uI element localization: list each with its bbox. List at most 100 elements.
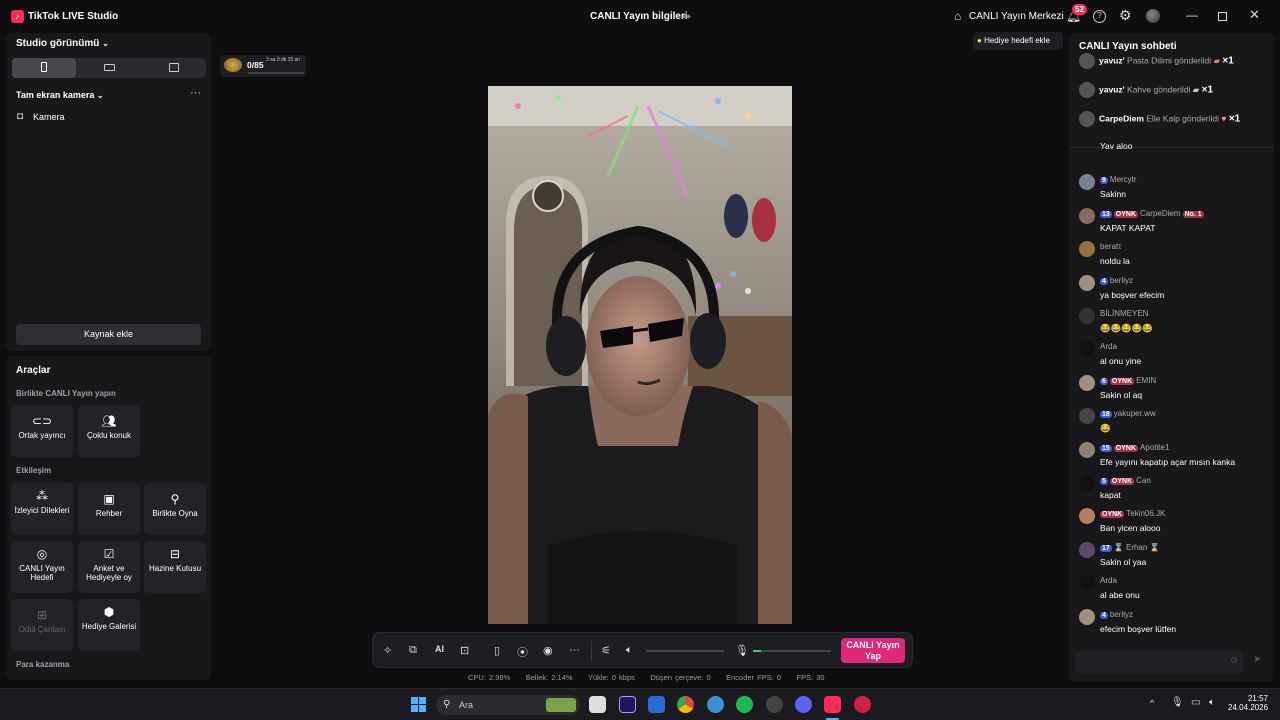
- effects-icon[interactable]: ⧉: [409, 644, 417, 657]
- chat-message-meta[interactable]: beratτ: [1100, 242, 1121, 251]
- chat-message-meta[interactable]: 13 OYNK CarpeDiem No. 1: [1100, 209, 1204, 218]
- more-icon[interactable]: ···: [569, 644, 580, 656]
- more-options-icon[interactable]: ···: [190, 87, 201, 99]
- viewer-wishes-tile[interactable]: ⁂ İzleyici Dilekleri: [11, 483, 73, 535]
- chat-message-meta[interactable]: 9 Mercytr: [1100, 175, 1137, 185]
- maximize-icon[interactable]: [1218, 12, 1227, 21]
- chat-message-meta[interactable]: 18 yakuper.ww: [1100, 409, 1156, 419]
- after-effects-icon[interactable]: [619, 696, 636, 713]
- landscape-icon[interactable]: [104, 64, 115, 71]
- help-icon[interactable]: ?: [1093, 10, 1106, 23]
- add-gift-goal-button[interactable]: ● Hediye hedefi ekle: [973, 32, 1063, 50]
- avatar[interactable]: [1079, 274, 1095, 291]
- scene-selector[interactable]: Tam ekran kamera ⌄: [16, 90, 104, 100]
- avatar[interactable]: [1079, 308, 1095, 324]
- chat-message-meta[interactable]: 4 berliyz: [1100, 610, 1133, 619]
- search-box[interactable]: ⚲ Ara: [436, 695, 580, 715]
- chat-username[interactable]: berliyz: [1110, 610, 1133, 619]
- chat-message-meta[interactable]: 6 OYNK EMIN: [1100, 376, 1156, 385]
- avatar[interactable]: [1079, 441, 1095, 458]
- chat-message-meta[interactable]: 5 OYNK Can: [1100, 476, 1151, 485]
- avatar[interactable]: [1079, 207, 1095, 224]
- avatar[interactable]: [1079, 575, 1095, 592]
- phone-icon[interactable]: ▯: [494, 644, 500, 657]
- close-icon[interactable]: ✕: [1249, 7, 1260, 23]
- chat-username[interactable]: CarpeDiem: [1140, 209, 1180, 218]
- chat-username[interactable]: ⌛ Erhan ⌛: [1114, 543, 1160, 552]
- poll-tile[interactable]: ☑ Anket ve Hediyeyle oy: [78, 541, 140, 593]
- chat-message-meta[interactable]: Arda: [1100, 342, 1117, 351]
- discord-icon[interactable]: [795, 696, 812, 713]
- network-app-icon[interactable]: [707, 696, 724, 713]
- live-center-link[interactable]: CANLI Yayın Merkezi: [969, 11, 1064, 22]
- gift-gallery-tile[interactable]: ⬢ Hediye Galerisi: [78, 599, 140, 651]
- magic-wand-icon[interactable]: ✧: [383, 644, 392, 657]
- chat-username[interactable]: Apotite1: [1140, 443, 1169, 452]
- chat-username[interactable]: EMIN: [1136, 376, 1156, 385]
- app-icon[interactable]: [766, 696, 783, 713]
- gear-icon[interactable]: ⚙: [1119, 7, 1132, 24]
- home-icon[interactable]: ⌂: [954, 9, 961, 23]
- mic-icon[interactable]: 🎙︎: [735, 644, 749, 657]
- avatar[interactable]: [1079, 475, 1095, 491]
- avatar[interactable]: [1079, 341, 1095, 358]
- chat-message-meta[interactable]: 4 berliyz: [1100, 276, 1133, 285]
- clock[interactable]: 21:57 24.04.2026: [1228, 694, 1268, 712]
- ai-icon[interactable]: AI: [435, 644, 444, 654]
- cohost-tile[interactable]: ⊂⊃ Ortak yayıncı: [11, 405, 73, 457]
- tiktok-live-icon[interactable]: [824, 696, 841, 713]
- chat-input[interactable]: [1075, 650, 1243, 674]
- chat-username[interactable]: Can: [1136, 476, 1151, 485]
- source-camera[interactable]: Kamera: [33, 112, 65, 122]
- share-icon[interactable]: ➦: [682, 10, 691, 23]
- play-together-tile[interactable]: ⚲ Birlikte Oyna: [144, 483, 206, 535]
- chat-message-meta[interactable]: OYNK Tekin06.JK: [1100, 509, 1165, 519]
- minimize-icon[interactable]: —: [1186, 8, 1198, 22]
- chat-message-meta[interactable]: 17 ⌛ Erhan ⌛: [1100, 543, 1160, 552]
- avatar[interactable]: [1146, 9, 1160, 23]
- avatar[interactable]: [1079, 508, 1095, 525]
- chrome-icon[interactable]: [677, 696, 694, 713]
- capture-icon[interactable]: ◉: [543, 644, 553, 657]
- sticker-icon[interactable]: ⊡: [460, 644, 469, 657]
- spotify-icon[interactable]: [736, 696, 753, 713]
- chat-username[interactable]: beratτ: [1100, 242, 1121, 251]
- avatar[interactable]: [1079, 374, 1095, 391]
- record-icon[interactable]: ⦿: [517, 644, 528, 660]
- avatar[interactable]: [1079, 541, 1095, 558]
- add-source-button[interactable]: Kaynak ekle: [16, 324, 201, 345]
- outlook-icon[interactable]: [648, 696, 665, 713]
- volume-tray-icon[interactable]: 🔈︎: [1209, 697, 1215, 708]
- treasure-box-tile[interactable]: ⊟ Hazine Kutusu: [144, 541, 206, 593]
- monitor-icon[interactable]: ▭: [1191, 697, 1200, 708]
- avatar[interactable]: [1079, 241, 1095, 258]
- chat-message-meta[interactable]: 15 OYNK Apotite1: [1100, 443, 1169, 452]
- chat-message-meta[interactable]: BİLİNMEYEN: [1100, 309, 1148, 318]
- dual-layout-icon[interactable]: [169, 63, 179, 72]
- chat-username[interactable]: Arda: [1100, 342, 1117, 351]
- chat-username[interactable]: Tekin06.JK: [1126, 509, 1165, 518]
- send-icon[interactable]: ➤: [1253, 654, 1261, 665]
- chevron-up-icon[interactable]: ^: [1150, 698, 1154, 708]
- sliders-icon[interactable]: ⚟: [601, 644, 611, 657]
- studio-view-label[interactable]: Studio görünümü ⌄: [16, 38, 109, 49]
- mic-tray-icon[interactable]: 🎙︎: [1171, 697, 1184, 708]
- avatar[interactable]: [1079, 408, 1095, 425]
- emoji-icon[interactable]: ☺: [1229, 655, 1239, 666]
- chat-message-meta[interactable]: Arda: [1100, 576, 1117, 585]
- live-info-title[interactable]: CANLI Yayın bilgileri: [590, 11, 688, 22]
- media-app-icon[interactable]: [854, 696, 871, 713]
- windows-start-icon[interactable]: [411, 697, 427, 713]
- guide-tile[interactable]: ▣ Rehber: [78, 483, 140, 535]
- chat-username[interactable]: Mercytr: [1110, 175, 1137, 184]
- go-live-button[interactable]: CANLI Yayın Yap: [841, 638, 905, 663]
- avatar[interactable]: [1079, 608, 1095, 625]
- chat-username[interactable]: berliyz: [1110, 276, 1133, 285]
- file-icon[interactable]: [589, 696, 606, 713]
- chat-username[interactable]: BİLİNMEYEN: [1100, 309, 1148, 318]
- volume-slider[interactable]: [646, 650, 724, 652]
- multi-guest-tile[interactable]: 👥︎ Çoklu konuk: [78, 405, 140, 457]
- gift-goal-widget[interactable]: 0/85 3 sa 0 dk 15 sn: [220, 55, 306, 77]
- avatar[interactable]: [1079, 174, 1095, 191]
- live-goal-tile[interactable]: ◎ CANLI Yayın Hedefi: [11, 541, 73, 593]
